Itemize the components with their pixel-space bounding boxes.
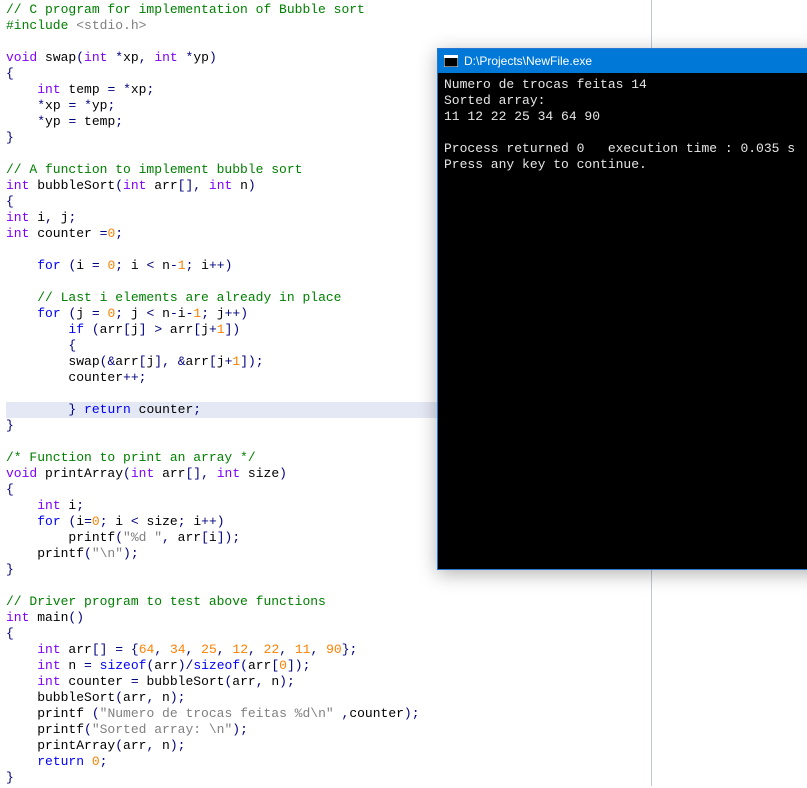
code-line[interactable]: int n = sizeof(arr)/sizeof(arr[0]);: [6, 658, 650, 674]
code-line[interactable]: printArray(arr, n);: [6, 738, 650, 754]
code-line[interactable]: // Driver program to test above function…: [6, 594, 650, 610]
code-line[interactable]: #include <stdio.h>: [6, 18, 650, 34]
console-title: D:\Projects\NewFile.exe: [464, 54, 592, 68]
code-line[interactable]: int counter = bubbleSort(arr, n);: [6, 674, 650, 690]
code-line[interactable]: }: [6, 770, 650, 786]
code-line[interactable]: {: [6, 626, 650, 642]
code-line[interactable]: int main(): [6, 610, 650, 626]
code-line[interactable]: printf ("Numero de trocas feitas %d\n" ,…: [6, 706, 650, 722]
code-line[interactable]: printf("Sorted array: \n");: [6, 722, 650, 738]
code-line[interactable]: return 0;: [6, 754, 650, 770]
console-output: Numero de trocas feitas 14 Sorted array:…: [438, 73, 807, 177]
code-line[interactable]: // C program for implementation of Bubbl…: [6, 2, 650, 18]
code-line[interactable]: bubbleSort(arr, n);: [6, 690, 650, 706]
console-titlebar[interactable]: D:\Projects\NewFile.exe: [438, 49, 807, 73]
code-line[interactable]: int arr[] = {64, 34, 25, 12, 22, 11, 90}…: [6, 642, 650, 658]
console-window[interactable]: D:\Projects\NewFile.exe Numero de trocas…: [437, 48, 807, 570]
code-line[interactable]: [6, 578, 650, 594]
console-icon: [444, 55, 458, 67]
